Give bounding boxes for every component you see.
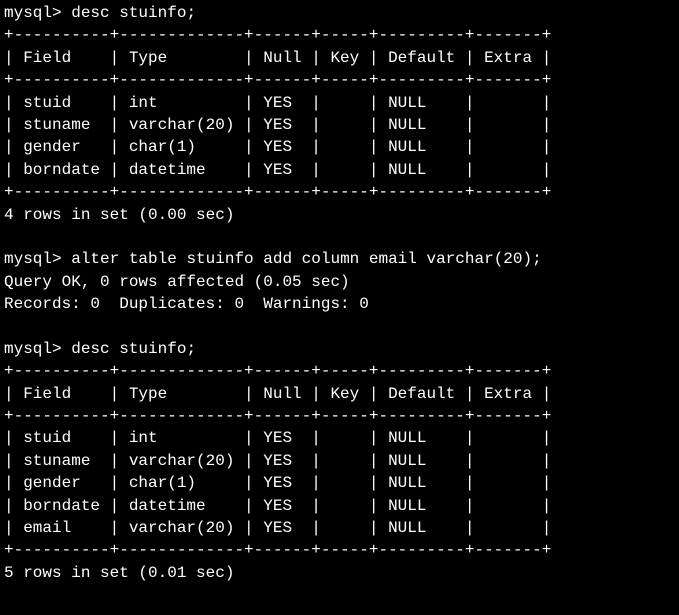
alter-result-1: Query OK, 0 rows affected (0.05 sec) [4, 273, 350, 291]
table1-border-mid: +----------+-------------+------+-----+-… [4, 71, 551, 89]
table2-footer: 5 rows in set (0.01 sec) [4, 564, 234, 582]
table2-row: | email | varchar(20) | YES | | NULL | | [4, 519, 551, 537]
table2-border-bottom: +----------+-------------+------+-----+-… [4, 541, 551, 559]
table2-row: | stuid | int | YES | | NULL | | [4, 429, 551, 447]
table2-row: | gender | char(1) | YES | | NULL | | [4, 474, 551, 492]
command-desc-2: desc stuinfo; [71, 340, 196, 358]
table1-border-top: +----------+-------------+------+-----+-… [4, 26, 551, 44]
command-alter: alter table stuinfo add column email var… [71, 250, 541, 268]
table2-header: | Field | Type | Null | Key | Default | … [4, 385, 551, 403]
table1-row: | stuid | int | YES | | NULL | | [4, 94, 551, 112]
table2-row: | borndate | datetime | YES | | NULL | | [4, 497, 551, 515]
table1-footer: 4 rows in set (0.00 sec) [4, 206, 234, 224]
command-desc-1: desc stuinfo; [71, 4, 196, 22]
table1-row: | stuname | varchar(20) | YES | | NULL |… [4, 116, 551, 134]
alter-result-2: Records: 0 Duplicates: 0 Warnings: 0 [4, 295, 369, 313]
table1-row: | gender | char(1) | YES | | NULL | | [4, 138, 551, 156]
terminal-output[interactable]: mysql> desc stuinfo; +----------+-------… [0, 0, 679, 586]
prompt: mysql> [4, 340, 62, 358]
prompt: mysql> [4, 250, 62, 268]
table2-border-mid: +----------+-------------+------+-----+-… [4, 407, 551, 425]
table1-border-bottom: +----------+-------------+------+-----+-… [4, 183, 551, 201]
table2-border-top: +----------+-------------+------+-----+-… [4, 362, 551, 380]
prompt: mysql> [4, 4, 62, 22]
table2-row: | stuname | varchar(20) | YES | | NULL |… [4, 452, 551, 470]
table1-row: | borndate | datetime | YES | | NULL | | [4, 161, 551, 179]
table1-header: | Field | Type | Null | Key | Default | … [4, 49, 551, 67]
